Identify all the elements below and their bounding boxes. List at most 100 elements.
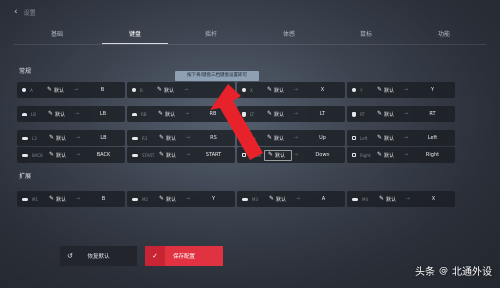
default-label: 默认 bbox=[384, 152, 395, 159]
mapped-key[interactable]: Down bbox=[300, 152, 345, 158]
pencil-icon: ✎ bbox=[49, 195, 55, 202]
default-button[interactable]: ✎ 默认 bbox=[46, 194, 74, 205]
dpad-left-icon bbox=[352, 136, 356, 140]
default-button[interactable]: ✎ 默认 bbox=[374, 150, 402, 161]
arrow-icon: → bbox=[403, 87, 409, 93]
mapped-key[interactable]: Left bbox=[410, 135, 455, 141]
arrow-icon: → bbox=[293, 111, 299, 117]
default-label: 默认 bbox=[166, 135, 177, 142]
pencil-icon: ✎ bbox=[267, 86, 273, 93]
save-config-button[interactable]: ✓ 保存配置 bbox=[145, 246, 223, 266]
tab-bar: 基础 键盘 摇杆 体感 鼠标 功能 bbox=[0, 30, 500, 44]
section-extended-label: 扩展 bbox=[19, 173, 32, 180]
pencil-icon: ✎ bbox=[49, 151, 55, 158]
key-name: LB bbox=[31, 111, 36, 117]
pencil-icon: ✎ bbox=[377, 110, 383, 117]
restore-default-button[interactable]: ↺ 恢复默认 bbox=[60, 246, 137, 266]
tab-motion[interactable]: 体感 bbox=[254, 30, 324, 40]
pencil-icon: ✎ bbox=[47, 86, 53, 93]
default-button[interactable]: ✎ 默认 bbox=[44, 85, 72, 96]
default-button[interactable]: ✎ 默认 bbox=[264, 149, 292, 161]
restore-default-label: 恢复默认 bbox=[87, 254, 110, 260]
default-label: 默认 bbox=[165, 111, 176, 118]
default-button[interactable]: ✎ 默认 bbox=[46, 150, 74, 161]
key-name: B bbox=[140, 87, 143, 93]
default-label: 默认 bbox=[386, 196, 397, 203]
key-name: START bbox=[142, 152, 155, 158]
back-icon[interactable]: ‹ bbox=[14, 7, 18, 17]
mapped-key[interactable]: LT bbox=[300, 111, 345, 117]
arrow-icon: → bbox=[75, 196, 81, 202]
default-label: 默认 bbox=[274, 135, 285, 142]
mapped-key[interactable]: Up bbox=[300, 135, 345, 141]
default-button[interactable]: ✎ 默认 bbox=[156, 133, 184, 144]
default-label: 默认 bbox=[274, 87, 285, 94]
mapping-cell-lb: LB ✎ 默认 → LB bbox=[17, 106, 125, 122]
mapped-key[interactable]: Y bbox=[410, 87, 455, 93]
default-button[interactable]: ✎ 默认 bbox=[155, 109, 183, 120]
default-label: 默认 bbox=[384, 87, 395, 94]
arrow-icon: → bbox=[74, 111, 80, 117]
lb-bumper-icon bbox=[22, 112, 27, 116]
default-button[interactable]: ✎ 默认 bbox=[46, 133, 74, 144]
pencil-icon: ✎ bbox=[159, 151, 165, 158]
default-button[interactable]: ✎ 默认 bbox=[264, 85, 292, 96]
default-button[interactable]: ✎ 默认 bbox=[156, 194, 184, 205]
arrow-icon: → bbox=[183, 87, 189, 93]
mapped-key[interactable]: LB bbox=[81, 111, 125, 117]
mapped-key[interactable]: X bbox=[412, 196, 455, 202]
default-button[interactable]: ✎ 默认 bbox=[374, 85, 402, 96]
tab-joystick[interactable]: 摇杆 bbox=[176, 30, 246, 40]
arrow-icon: → bbox=[75, 135, 81, 141]
back-button-icon bbox=[22, 153, 28, 157]
default-button[interactable]: ✎ 默认 bbox=[376, 194, 404, 205]
default-button[interactable]: ✎ 默认 bbox=[374, 109, 402, 120]
default-label: 默认 bbox=[166, 196, 177, 203]
pencil-icon: ✎ bbox=[159, 195, 165, 202]
default-button[interactable]: ✎ 默认 bbox=[266, 194, 294, 205]
mapping-cell-m4: M4 ✎ 默认 → X bbox=[347, 191, 455, 207]
mapped-key[interactable]: B bbox=[82, 196, 125, 202]
default-button[interactable]: ✎ 默认 bbox=[264, 109, 292, 120]
default-label: 默认 bbox=[276, 196, 287, 203]
r3-stick-icon bbox=[132, 136, 138, 140]
rt-trigger-icon bbox=[352, 111, 356, 117]
mapped-key[interactable]: B bbox=[80, 87, 125, 93]
pencil-icon: ✎ bbox=[379, 195, 385, 202]
mapped-key[interactable]: A bbox=[302, 196, 345, 202]
default-button[interactable]: ✎ 默认 bbox=[154, 85, 182, 96]
mapped-key[interactable]: Y bbox=[192, 196, 235, 202]
arrow-icon: → bbox=[185, 196, 191, 202]
pencil-icon: ✎ bbox=[159, 134, 165, 141]
mapped-key[interactable]: X bbox=[300, 87, 345, 93]
watermark-brand: 头条 bbox=[415, 267, 435, 278]
default-button[interactable]: ✎ 默认 bbox=[45, 109, 73, 120]
arrow-icon: → bbox=[295, 196, 301, 202]
mapped-key[interactable]: Right bbox=[410, 152, 455, 158]
arrow-icon: → bbox=[293, 87, 299, 93]
arrow-icon: → bbox=[73, 87, 79, 93]
y-button-icon bbox=[352, 88, 356, 92]
tab-basic[interactable]: 基础 bbox=[22, 30, 92, 40]
tab-function[interactable]: 功能 bbox=[409, 30, 479, 40]
pencil-icon: ✎ bbox=[158, 110, 164, 117]
m4-button-icon bbox=[352, 197, 358, 201]
pencil-icon: ✎ bbox=[377, 151, 383, 158]
mapping-cell-y: Y ✎ 默认 → Y bbox=[347, 82, 455, 98]
annotation-arrow-icon bbox=[210, 84, 263, 160]
mapped-key[interactable]: RT bbox=[410, 111, 455, 117]
mapped-key[interactable]: LB bbox=[82, 135, 125, 141]
section-general-label: 常规 bbox=[19, 68, 32, 75]
default-button[interactable]: ✎ 默认 bbox=[374, 133, 402, 144]
key-name: RB bbox=[141, 111, 147, 117]
default-button[interactable]: ✎ 默认 bbox=[156, 150, 184, 161]
tab-keyboard[interactable]: 键盘 bbox=[100, 30, 170, 40]
mapped-key[interactable]: BACK bbox=[82, 152, 125, 158]
arrow-icon: → bbox=[293, 135, 299, 141]
arrow-icon: → bbox=[185, 135, 191, 141]
key-name: M3 bbox=[252, 196, 258, 202]
watermark-author: 北通外设 bbox=[452, 267, 492, 278]
tab-mouse[interactable]: 鼠标 bbox=[331, 30, 401, 40]
default-button[interactable]: ✎ 默认 bbox=[264, 133, 292, 144]
key-name: Y bbox=[360, 87, 363, 93]
